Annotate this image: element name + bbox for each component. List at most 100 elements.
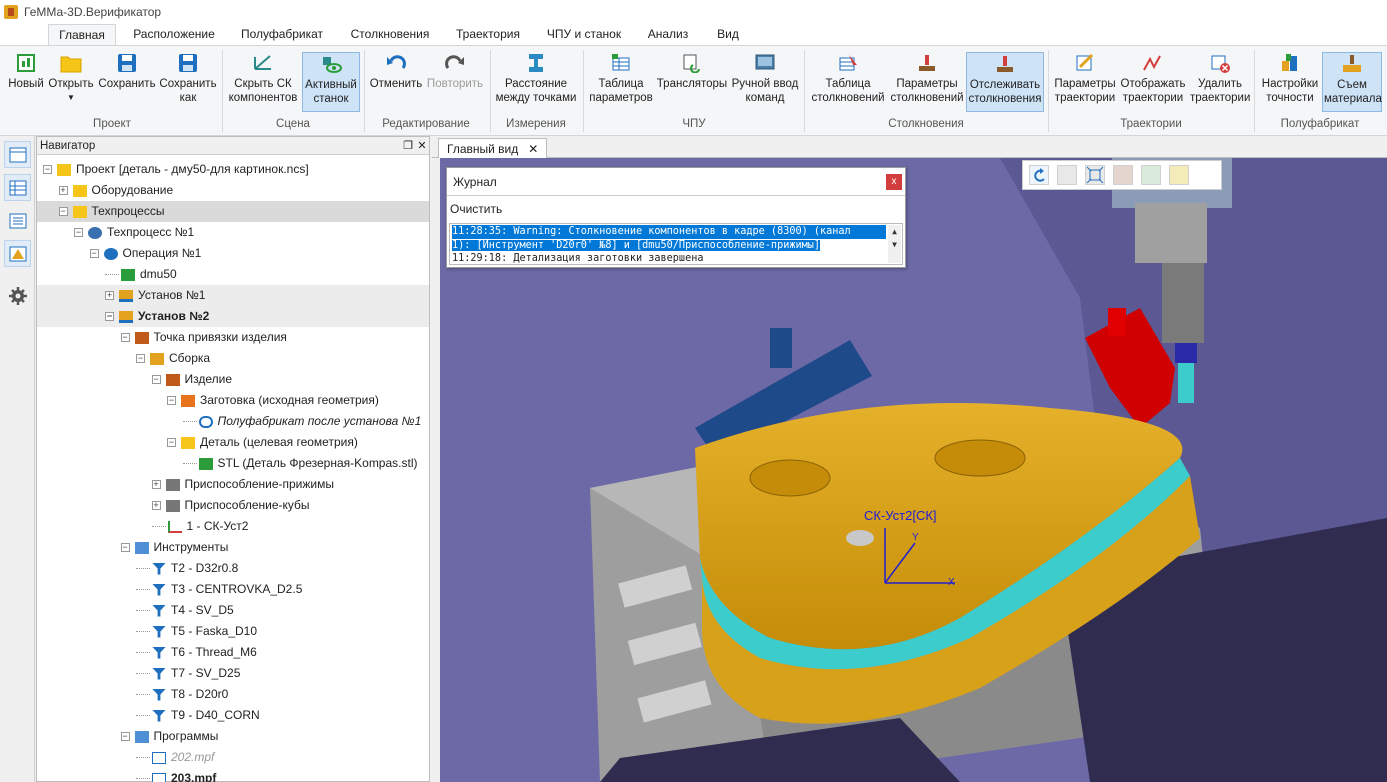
lighting-view-icon[interactable] [1169,165,1189,185]
open-button[interactable]: Открыть ▼ [47,52,95,112]
tree-item[interactable]: 1 - СК-Уст2 [37,516,429,537]
show-traj-label: Отображать траектории [1120,78,1186,104]
tree-item[interactable]: T2 - D32r0.8 [37,558,429,579]
collision-params-button[interactable]: Параметры столкновений [888,52,966,112]
tab-trajectory[interactable]: Траектория [448,24,528,45]
distance-button[interactable]: Расстояние между точками [493,52,579,112]
expand-icon[interactable]: + [151,480,161,489]
clear-button[interactable]: Очистить [450,202,502,216]
save-as-button[interactable]: Сохранить как [158,52,218,112]
tree-item[interactable]: − Сборка [37,348,429,369]
navigator-panel-button[interactable] [4,141,31,168]
log-line[interactable]: 11:28:35: Warning: Столкновение компонен… [452,225,886,239]
tree-item[interactable]: T6 - Thread_M6 [37,642,429,663]
tree-item[interactable]: − Проект [деталь - дму50-для картинок.ncs… [37,159,429,180]
close-icon[interactable]: x [886,174,902,190]
log-line[interactable]: 1): [Инструмент 'D20r0' №8] и [dmu50/При… [452,239,821,251]
tree-item[interactable]: T7 - SV_D25 [37,663,429,684]
collapse-icon[interactable]: − [89,249,99,258]
tree-item[interactable]: − Изделие [37,369,429,390]
collapse-icon[interactable]: − [120,543,130,552]
undo-button[interactable]: Отменить [366,52,426,112]
journal-log[interactable]: 11:28:35: Warning: Столкновение компонен… [449,223,903,265]
save-button[interactable]: Сохранить [96,52,158,112]
tree-item[interactable]: + Оборудование [37,180,429,201]
tree-item[interactable]: + Приспособление-прижимы [37,474,429,495]
hide-cs-button[interactable]: Скрыть СК компонентов [226,52,300,112]
tree-item[interactable]: − Деталь (целевая геометрия) [37,432,429,453]
tree-item[interactable]: STL (Деталь Фрезерная-Kompas.stl) [37,453,429,474]
track-collisions-button[interactable]: Отслеживать столкновения [966,52,1044,112]
journal-scrollbar[interactable]: ▲ ▼ [888,225,901,263]
translators-button[interactable]: Трансляторы [656,52,728,112]
tree-item[interactable]: Полуфабрикат после установа №1 [37,411,429,432]
tab-layout[interactable]: Расположение [126,24,222,45]
tab-main-view[interactable]: Главный вид ✕ [438,138,548,158]
collapse-icon[interactable]: − [43,165,52,174]
tree-item[interactable]: − Программы [37,726,429,747]
tree-item[interactable]: T3 - CENTROVKA_D2.5 [37,579,429,600]
collapse-icon[interactable]: − [151,375,161,384]
traj-params-button[interactable]: Параметры траектории [1052,52,1118,112]
log-line[interactable]: 11:29:18: Детализация заготовки завершен… [452,252,886,264]
tree-item[interactable]: − Установ №2 [37,306,429,327]
tree-item[interactable]: 203.mpf [37,768,429,782]
tree-item[interactable]: T9 - D40_CORN [37,705,429,726]
tab-analysis[interactable]: Анализ [640,24,696,45]
tree-item[interactable]: 202.mpf [37,747,429,768]
list-panel-button[interactable] [4,207,31,234]
tab-collisions[interactable]: Столкновения [342,24,438,45]
ribbon-separator [804,50,805,132]
material-removal-button[interactable]: Съем материала [1322,52,1382,112]
collapse-icon[interactable]: − [136,354,145,363]
tab-view[interactable]: Вид [706,24,750,45]
close-icon[interactable]: ✕ [415,139,429,152]
manual-input-button[interactable]: Ручной ввод команд [730,52,800,112]
maximize-icon[interactable]: ❐ [401,139,415,152]
expand-icon[interactable]: + [105,291,114,300]
collapse-icon[interactable]: − [105,312,114,321]
close-tab-icon[interactable]: ✕ [528,140,538,158]
tree-item[interactable]: − Инструменты [37,537,429,558]
collapse-icon[interactable]: − [120,333,130,342]
collapse-icon[interactable]: − [167,396,176,405]
param-table-button[interactable]: Таблица параметров [588,52,654,112]
expand-icon[interactable]: + [151,501,161,510]
collapse-icon[interactable]: − [74,228,83,237]
delete-traj-button[interactable]: Удалить траектории [1190,52,1250,112]
tree-item[interactable]: T5 - Faska_D10 [37,621,429,642]
visibility-view-icon[interactable] [1141,165,1161,185]
new-button[interactable]: Новый [6,52,46,112]
collapse-icon[interactable]: − [120,732,130,741]
tree-item[interactable]: dmu50 [37,264,429,285]
active-machine-button[interactable]: Активный станок [302,52,360,112]
tree-item[interactable]: T8 - D20r0 [37,684,429,705]
tree-item[interactable]: + Приспособление-кубы [37,495,429,516]
tree-item[interactable]: + Установ №1 [37,285,429,306]
tree-connector [136,589,150,590]
fit-view-icon[interactable] [1085,165,1105,185]
expand-icon[interactable]: + [58,186,68,195]
collision-table-button[interactable]: Таблица столкновений [808,52,888,112]
tab-home[interactable]: Главная [48,24,116,45]
tab-cnc-machine[interactable]: ЧПУ и станок [538,24,630,45]
collapse-icon[interactable]: − [58,207,68,216]
tree-item[interactable]: − Заготовка (исходная геометрия) [37,390,429,411]
show-traj-button[interactable]: Отображать траектории [1118,52,1188,112]
precision-button[interactable]: Настройки точности [1258,52,1322,112]
pan-view-icon[interactable] [1057,165,1077,185]
tab-stock[interactable]: Полуфабрикат [232,24,332,45]
tree-item[interactable]: T4 - SV_D5 [37,600,429,621]
program-file-icon [152,772,166,782]
section-view-icon[interactable] [1113,165,1133,185]
settings-button[interactable] [4,282,31,309]
redo-button[interactable]: Повторить [424,52,486,112]
properties-panel-button[interactable] [4,174,31,201]
tree-item[interactable]: − Операция №1 [37,243,429,264]
tree-item[interactable]: − Техпроцесс №1 [37,222,429,243]
collapse-icon[interactable]: − [167,438,176,447]
tree-item[interactable]: − Техпроцессы [37,201,429,222]
tree-item[interactable]: − Точка привязки изделия [37,327,429,348]
warnings-panel-button[interactable] [4,240,31,267]
rotate-view-icon[interactable] [1029,165,1049,185]
